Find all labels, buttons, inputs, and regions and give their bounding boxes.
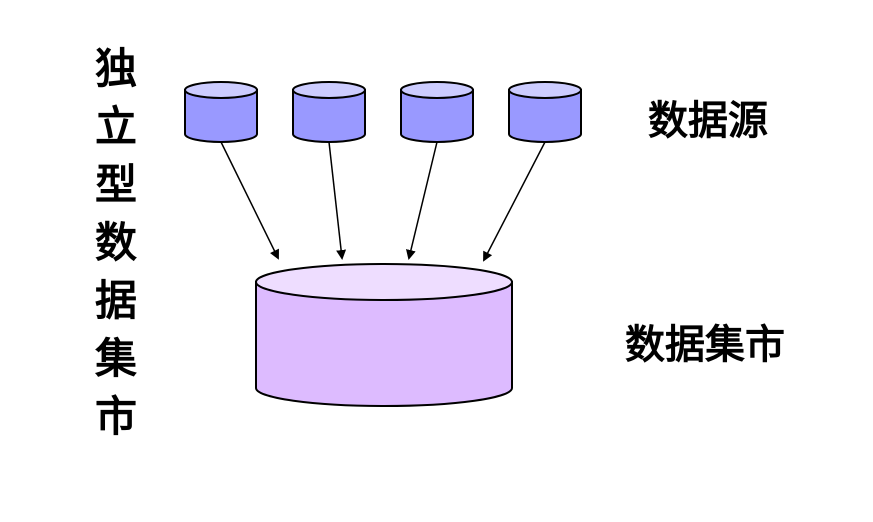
data-source-cylinder bbox=[184, 81, 258, 143]
data-source-cylinder-top bbox=[184, 81, 258, 99]
data-source-cylinder bbox=[400, 81, 474, 143]
data-source-cylinder bbox=[292, 81, 366, 143]
data-mart-cylinder bbox=[255, 263, 513, 407]
flow-arrow bbox=[220, 141, 279, 260]
title-char: 市 bbox=[94, 392, 137, 441]
data-source-cylinder bbox=[508, 81, 582, 143]
data-mart bbox=[255, 263, 513, 407]
title-char: 独 bbox=[94, 44, 137, 93]
flow-arrow bbox=[483, 141, 546, 262]
arrows-group bbox=[220, 141, 546, 262]
title-char: 集 bbox=[94, 334, 137, 383]
data-source-cylinder-top bbox=[292, 81, 366, 99]
data-sources-group bbox=[184, 81, 582, 143]
data-source-cylinder-top bbox=[400, 81, 474, 99]
vertical-title: 独 立 型 数 据 集 市 bbox=[86, 40, 146, 446]
title-char: 据 bbox=[94, 276, 137, 325]
data-sources-label: 数据源 bbox=[648, 98, 768, 144]
data-mart-label: 数据集市 bbox=[625, 322, 785, 368]
flow-arrow bbox=[406, 141, 438, 260]
title-char: 数 bbox=[94, 218, 137, 267]
data-mart-top bbox=[255, 263, 513, 301]
title-char: 型 bbox=[94, 160, 137, 209]
flow-arrow bbox=[328, 141, 347, 260]
data-source-cylinder-top bbox=[508, 81, 582, 99]
title-char: 立 bbox=[94, 102, 137, 151]
